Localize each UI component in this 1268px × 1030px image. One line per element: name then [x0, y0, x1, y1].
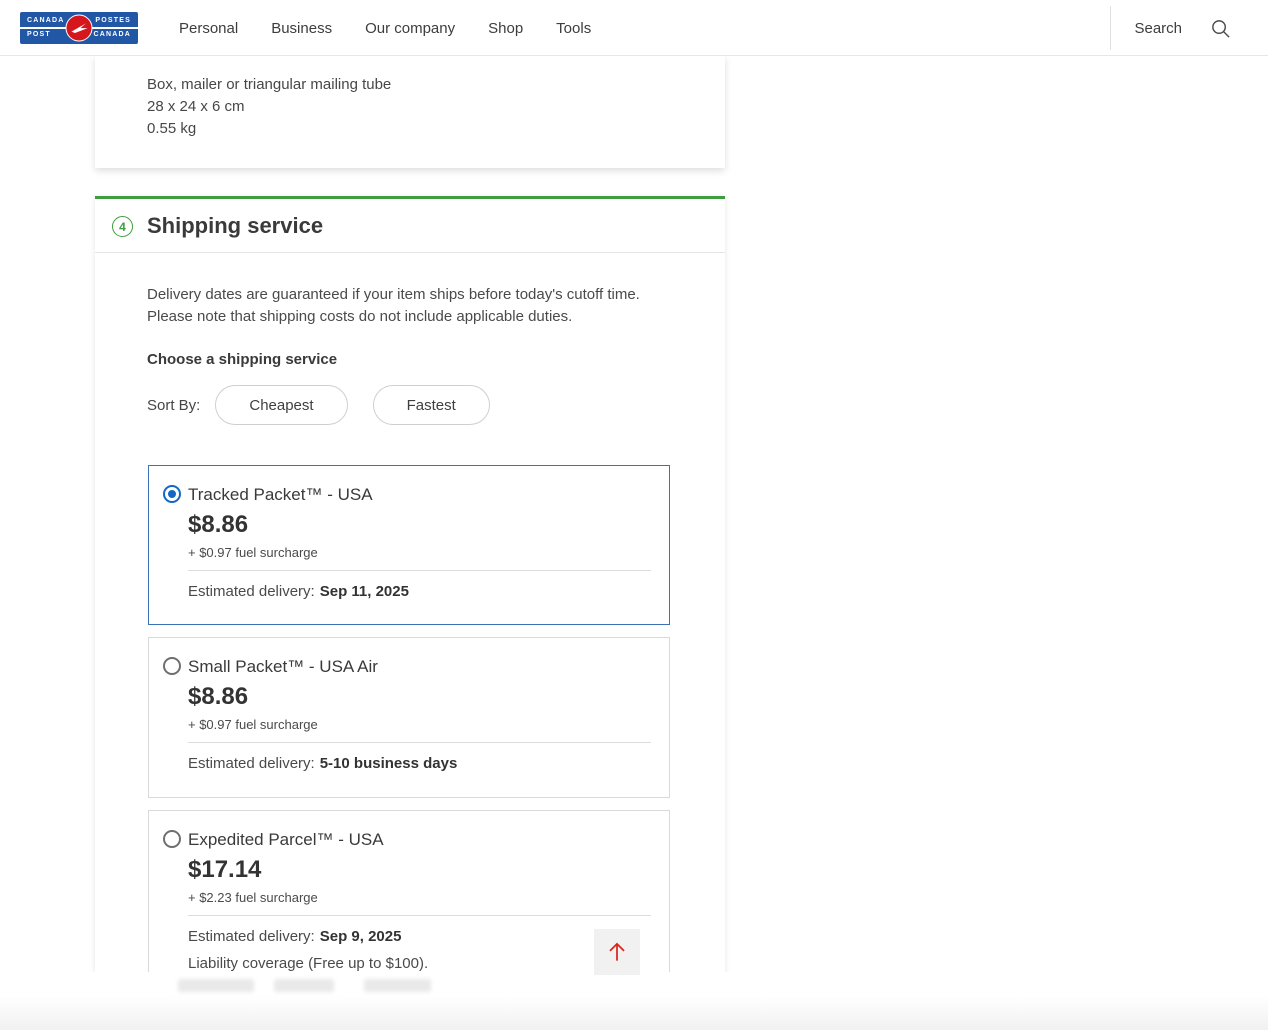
radio-unselected[interactable]: [163, 830, 181, 848]
service-name: Small Packet™ - USA Air: [188, 657, 378, 677]
service-price: $17.14: [188, 856, 261, 884]
estimated-delivery: Estimated delivery: Sep 9, 2025: [188, 928, 401, 945]
package-weight: 0.55 kg: [147, 120, 196, 137]
fuel-surcharge: + $0.97 fuel surcharge: [188, 545, 318, 560]
nav-tools[interactable]: Tools: [556, 20, 591, 37]
service-name: Tracked Packet™ - USA: [188, 485, 373, 505]
divider: [188, 915, 651, 916]
canada-post-wing-icon: [66, 15, 93, 42]
nav-personal[interactable]: Personal: [179, 20, 238, 37]
delivery-label: Estimated delivery:: [188, 755, 315, 772]
service-price: $8.86: [188, 511, 248, 539]
shipping-service-section: 4 Shipping service Delivery dates are gu…: [95, 196, 725, 973]
delivery-date: 5-10 business days: [320, 755, 458, 772]
fuel-surcharge: + $2.23 fuel surcharge: [188, 890, 318, 905]
logo-text-canada: CANADA: [27, 17, 65, 25]
fuel-surcharge: + $0.97 fuel surcharge: [188, 717, 318, 732]
logo-text-canada2: CANADA: [93, 31, 131, 39]
package-type: Box, mailer or triangular mailing tube: [147, 76, 391, 93]
divider: [188, 742, 651, 743]
faded-content-placeholder: [274, 979, 334, 992]
search-icon[interactable]: [1210, 18, 1231, 39]
service-option-tracked-packet-usa[interactable]: Tracked Packet™ - USA $8.86 + $0.97 fuel…: [148, 465, 670, 625]
footer-strip: [0, 996, 1268, 1030]
search-label[interactable]: Search: [1134, 20, 1182, 37]
service-name: Expedited Parcel™ - USA: [188, 830, 384, 850]
sort-fastest-button[interactable]: Fastest: [373, 385, 490, 425]
delivery-date: Sep 9, 2025: [320, 928, 402, 945]
nav-shop[interactable]: Shop: [488, 20, 523, 37]
nav-our-company[interactable]: Our company: [365, 20, 455, 37]
service-option-expedited-parcel-usa[interactable]: Expedited Parcel™ - USA $17.14 + $2.23 f…: [148, 810, 670, 973]
radio-selected[interactable]: [163, 485, 181, 503]
sort-by-row: Sort By: Cheapest Fastest: [147, 385, 515, 425]
delivery-label: Estimated delivery:: [188, 928, 315, 945]
header-divider: [1110, 6, 1111, 50]
liability-coverage-note: Liability coverage (Free up to $100).: [188, 955, 428, 972]
service-option-small-packet-usa-air[interactable]: Small Packet™ - USA Air $8.86 + $0.97 fu…: [148, 637, 670, 798]
estimated-delivery: Estimated delivery: 5-10 business days: [188, 755, 457, 772]
faded-content-placeholder: [178, 979, 254, 992]
radio-unselected[interactable]: [163, 657, 181, 675]
logo-text-postes: POSTES: [95, 17, 131, 25]
section-description: Delivery dates are guaranteed if your it…: [147, 284, 679, 328]
sort-by-label: Sort By:: [147, 397, 200, 414]
divider: [188, 570, 651, 571]
section-title: Shipping service: [147, 213, 323, 239]
step-number-badge: 4: [112, 216, 133, 237]
search-control[interactable]: Search: [1134, 0, 1231, 56]
package-dimensions: 28 x 24 x 6 cm: [147, 98, 245, 115]
top-navigation-bar: CANADA POSTES POST CANADA Personal Busin…: [0, 0, 1268, 56]
delivery-label: Estimated delivery:: [188, 583, 315, 600]
nav-business[interactable]: Business: [271, 20, 332, 37]
package-summary-card: Box, mailer or triangular mailing tube 2…: [95, 55, 725, 168]
logo-text-post: POST: [27, 31, 51, 39]
sort-cheapest-button[interactable]: Cheapest: [215, 385, 347, 425]
section-header: 4 Shipping service: [95, 199, 725, 253]
estimated-delivery: Estimated delivery: Sep 11, 2025: [188, 583, 409, 600]
back-to-top-button[interactable]: [594, 929, 640, 975]
service-price: $8.86: [188, 683, 248, 711]
choose-service-heading: Choose a shipping service: [147, 351, 337, 368]
delivery-date: Sep 11, 2025: [320, 583, 409, 600]
canada-post-logo[interactable]: CANADA POSTES POST CANADA: [20, 12, 138, 44]
up-arrow-icon: [604, 939, 630, 965]
main-nav: Personal Business Our company Shop Tools: [179, 0, 591, 56]
page: CANADA POSTES POST CANADA Personal Busin…: [0, 0, 1268, 1030]
faded-content-placeholder: [364, 979, 431, 992]
